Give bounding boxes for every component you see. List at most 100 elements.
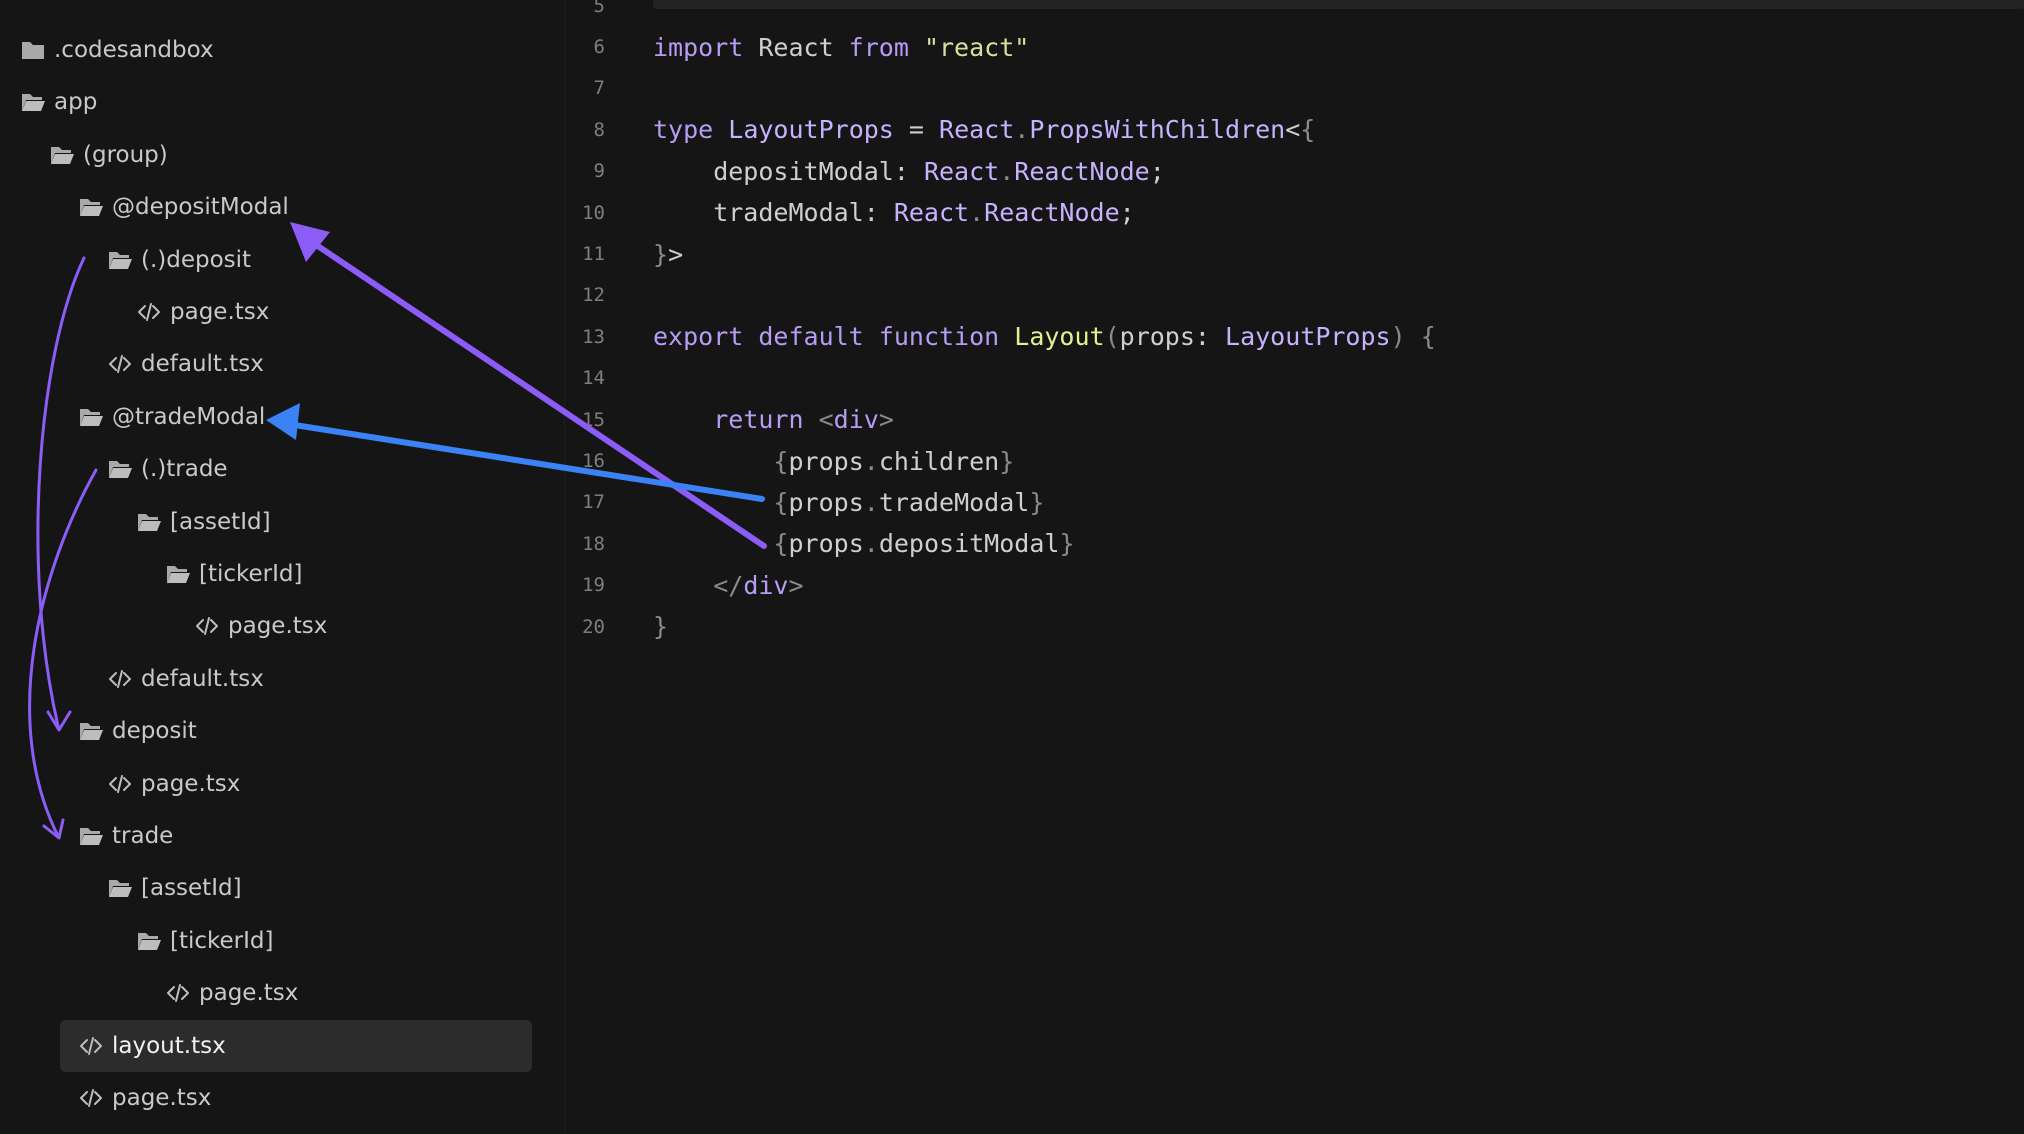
- code-line[interactable]: 11}>: [565, 233, 2024, 274]
- folder-item[interactable]: .codesandbox: [0, 24, 580, 76]
- line-number: 16: [582, 450, 605, 473]
- file-item[interactable]: layout.tsx: [0, 1020, 638, 1072]
- tree-item-label: default.tsx: [141, 351, 264, 378]
- code-file-icon: [107, 773, 133, 795]
- folder-open-icon: [78, 196, 104, 218]
- folder-open-icon: [107, 458, 133, 480]
- tree-item-label: layout.tsx: [112, 1032, 226, 1059]
- code-line[interactable]: 13 export default function Layout(props: …: [565, 316, 2024, 357]
- folder-item[interactable]: @depositModal: [0, 181, 638, 233]
- folder-item[interactable]: trade: [0, 810, 638, 862]
- tree-item-label: .codesandbox: [54, 37, 214, 63]
- folder-open-icon: [49, 144, 75, 166]
- code-token: .: [863, 446, 879, 476]
- folder-item[interactable]: (group): [0, 129, 609, 181]
- code-token: .: [863, 529, 879, 559]
- code-line[interactable]: 19 </div>: [565, 565, 2024, 606]
- code-token: {: [1420, 322, 1436, 352]
- code-text: }>: [653, 240, 683, 269]
- code-line[interactable]: 12: [565, 275, 2024, 316]
- line-number: 14: [582, 367, 605, 390]
- code-token: props: [788, 529, 864, 559]
- code-token: React: [923, 156, 1000, 186]
- code-line[interactable]: 5: [565, 0, 2024, 26]
- code-editor[interactable]: 5 6 import React from "react" 7 8 type Layout…: [565, 0, 2024, 1134]
- tree-item-label: [tickerId]: [199, 561, 303, 587]
- code-text: {props.tradeModal}: [653, 488, 1044, 517]
- tree-item-label: (group): [83, 141, 168, 168]
- code-token: div: [743, 570, 789, 600]
- tree-item-label: [assetId]: [170, 508, 271, 535]
- line-number: 7: [593, 77, 605, 100]
- code-line[interactable]: 9 depositModal: React.ReactNode;: [565, 151, 2024, 192]
- folder-open-icon: [107, 877, 133, 899]
- code-token: return: [713, 405, 804, 435]
- code-text: return <div>: [653, 405, 894, 434]
- tree-item-label: deposit: [112, 718, 197, 745]
- code-line[interactable]: 17 {props.tradeModal}: [565, 482, 2024, 523]
- code-file-icon: [136, 301, 162, 323]
- code-text: </div>: [653, 570, 803, 600]
- code-token: <: [1285, 115, 1301, 145]
- tree-item-label: page.tsx: [112, 1085, 212, 1111]
- code-line[interactable]: 10 tradeModal: React.ReactNode;: [565, 192, 2024, 233]
- code-token: =: [893, 115, 940, 145]
- code-text: {props.children}: [653, 447, 1014, 476]
- line-number: 17: [582, 491, 605, 514]
- folder-item[interactable]: deposit: [0, 705, 638, 757]
- code-token: {: [773, 529, 789, 559]
- code-line[interactable]: 16 {props.children}: [565, 440, 2024, 481]
- code-token: }: [1059, 529, 1075, 559]
- code-token: LayoutProps: [1225, 322, 1391, 352]
- folder-item[interactable]: @tradeModal: [0, 391, 638, 443]
- code-token: }: [1029, 487, 1045, 517]
- folder-open-icon: [78, 406, 104, 428]
- code-token: props: [788, 487, 864, 517]
- code-line[interactable]: 18 {props.depositModal}: [565, 523, 2024, 564]
- code-token: tradeModal:: [653, 198, 894, 228]
- file-explorer: .codesandbox app (group) @depositModal (.)de…: [0, 0, 565, 1134]
- code-token: "react": [923, 32, 1030, 62]
- code-token: ReactNode: [1014, 156, 1150, 186]
- code-line[interactable]: 14: [565, 358, 2024, 399]
- code-token: .: [863, 487, 879, 517]
- code-token: function: [878, 322, 1000, 352]
- code-line[interactable]: 8 type LayoutProps = React.PropsWithChild…: [565, 109, 2024, 150]
- file-item[interactable]: page.tsx: [0, 1072, 638, 1124]
- code-token: </: [713, 570, 744, 600]
- tree-item-label: app: [54, 89, 98, 116]
- code-line[interactable]: 15 return <div>: [565, 399, 2024, 440]
- code-token: tradeModal: [878, 487, 1030, 517]
- code-line[interactable]: 7: [565, 68, 2024, 109]
- code-text: type LayoutProps = React.PropsWithChildr…: [653, 115, 1315, 144]
- code-token: <: [818, 405, 834, 435]
- line-number: 12: [582, 284, 605, 307]
- code-token: Layout: [1014, 322, 1105, 352]
- code-token: React: [743, 32, 849, 62]
- line-number: 15: [582, 408, 605, 431]
- tree-item-label: page.tsx: [228, 613, 328, 640]
- code-token: depositModal:: [653, 156, 924, 186]
- folder-open-icon: [165, 563, 191, 585]
- code-line[interactable]: 20}: [565, 606, 2024, 647]
- code-token: }: [653, 612, 669, 642]
- folder-open-icon: [136, 511, 162, 533]
- code-token: props: [788, 446, 864, 476]
- code-token: >: [668, 239, 684, 269]
- folder-item[interactable]: app: [0, 76, 580, 128]
- line-number: 8: [593, 118, 605, 141]
- code-token: ReactNode: [984, 198, 1120, 228]
- code-token: }: [999, 446, 1015, 476]
- tree-item-label: @depositModal: [112, 194, 289, 221]
- folder-open-icon: [107, 249, 133, 271]
- tree-item-label: (.)deposit: [141, 246, 252, 273]
- code-line[interactable]: 6 import React from "react": [565, 26, 2024, 67]
